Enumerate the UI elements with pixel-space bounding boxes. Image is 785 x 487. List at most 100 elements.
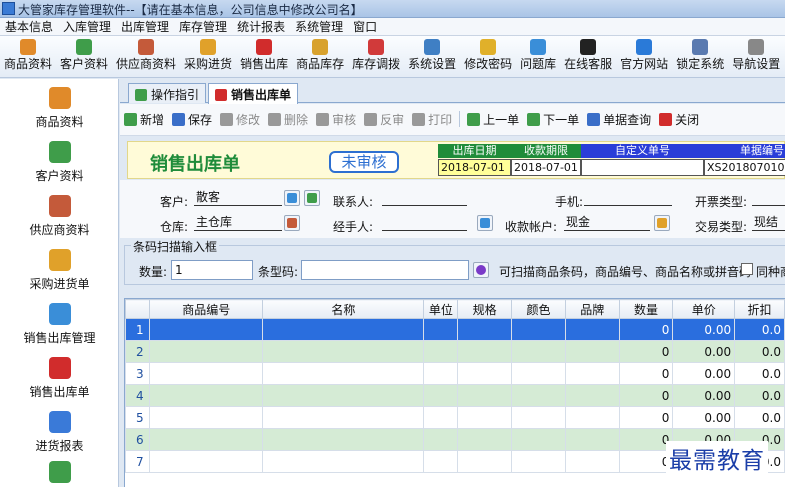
table-cell[interactable] xyxy=(423,406,459,429)
table-cell[interactable] xyxy=(423,340,459,363)
table-cell[interactable] xyxy=(423,318,459,341)
menu-item-1[interactable]: 入库管理 xyxy=(58,18,116,36)
table-row[interactable]: 3 0 0.00 0.0 xyxy=(125,362,785,385)
table-cell[interactable] xyxy=(423,428,459,451)
table-cell[interactable] xyxy=(148,450,264,473)
barcode-search-button[interactable] xyxy=(473,262,489,278)
sidebar-item-sales-manage[interactable]: 销售出库管理 xyxy=(0,303,119,346)
row-number[interactable]: 5 xyxy=(125,406,150,429)
warehouse-pick-button[interactable] xyxy=(284,215,300,231)
sidebar-item-supplier[interactable]: 供应商资料 xyxy=(0,195,119,238)
sidebar-item-chart[interactable]: 销售报表 xyxy=(0,461,119,487)
column-header[interactable]: 单位 xyxy=(423,299,459,319)
menu-item-5[interactable]: 系统管理 xyxy=(290,18,348,36)
toolbar-button-lock[interactable]: 锁定系统 xyxy=(672,36,728,77)
table-cell[interactable] xyxy=(511,450,566,473)
toolbar-button-product[interactable]: 商品资料 xyxy=(0,36,56,77)
sidebar-item-customer[interactable]: 客户资料 xyxy=(0,141,119,184)
action-unapprove-button[interactable]: 反审 xyxy=(360,104,408,135)
cell-discount[interactable]: 0.0 xyxy=(734,384,785,407)
table-row[interactable]: 4 0 0.00 0.0 xyxy=(125,384,785,407)
table-cell[interactable] xyxy=(511,384,566,407)
phone-field[interactable] xyxy=(584,190,672,206)
toolbar-button-faq[interactable]: 问题库 xyxy=(516,36,560,77)
same-item-checkbox[interactable] xyxy=(741,263,753,275)
warehouse-field[interactable]: 主仓库 xyxy=(194,215,282,231)
toolbar-button-sales-out[interactable]: 销售出库 xyxy=(236,36,292,77)
menu-item-4[interactable]: 统计报表 xyxy=(232,18,290,36)
table-cell[interactable] xyxy=(262,450,425,473)
table-cell[interactable] xyxy=(148,428,264,451)
menu-item-2[interactable]: 出库管理 xyxy=(116,18,174,36)
column-header[interactable]: 颜色 xyxy=(511,299,566,319)
row-number[interactable]: 7 xyxy=(125,450,150,473)
account-field[interactable]: 现金 xyxy=(564,215,650,231)
table-cell[interactable] xyxy=(511,362,566,385)
table-cell[interactable] xyxy=(564,340,620,363)
table-cell[interactable] xyxy=(148,340,264,363)
tab-sales-out[interactable]: 销售出库单 xyxy=(208,83,299,104)
trade-type-field[interactable]: 现结 xyxy=(752,215,785,231)
custom-no-field[interactable]: 自定义单号 xyxy=(581,144,704,176)
cell-price[interactable]: 0.00 xyxy=(672,340,736,363)
table-row[interactable]: 5 0 0.00 0.0 xyxy=(125,406,785,429)
customer-field[interactable]: 散客 xyxy=(194,190,282,206)
table-cell[interactable] xyxy=(262,318,425,341)
table-cell[interactable] xyxy=(262,384,425,407)
table-cell[interactable] xyxy=(457,362,513,385)
table-cell[interactable] xyxy=(262,340,425,363)
column-header[interactable]: 规格 xyxy=(457,299,513,319)
table-cell[interactable] xyxy=(457,428,513,451)
cell-qty[interactable]: 0 xyxy=(618,384,674,407)
toolbar-button-transfer[interactable]: 库存调拨 xyxy=(348,36,404,77)
cell-discount[interactable]: 0.0 xyxy=(734,340,785,363)
due-date-value[interactable]: 2018-07-01 xyxy=(511,159,581,176)
cell-discount[interactable]: 0.0 xyxy=(734,318,785,341)
table-cell[interactable] xyxy=(457,406,513,429)
table-cell[interactable] xyxy=(564,450,620,473)
action-save-button[interactable]: 保存 xyxy=(168,104,216,135)
table-cell[interactable] xyxy=(423,450,459,473)
cell-qty[interactable]: 0 xyxy=(618,406,674,429)
table-cell[interactable] xyxy=(262,428,425,451)
column-header[interactable] xyxy=(125,299,150,319)
column-header[interactable]: 单价 xyxy=(672,299,736,319)
table-cell[interactable] xyxy=(564,428,620,451)
table-cell[interactable] xyxy=(148,384,264,407)
customer-pick-button[interactable] xyxy=(284,190,300,206)
table-cell[interactable] xyxy=(262,362,425,385)
invoice-type-field[interactable] xyxy=(752,190,785,206)
table-cell[interactable] xyxy=(511,340,566,363)
table-cell[interactable] xyxy=(564,406,620,429)
cell-discount[interactable]: 0.0 xyxy=(734,406,785,429)
row-number[interactable]: 6 xyxy=(125,428,150,451)
action-edit-button[interactable]: 修改 xyxy=(216,104,264,135)
menu-item-0[interactable]: 基本信息 xyxy=(0,18,58,36)
due-date-field[interactable]: 收款期限 2018-07-01 xyxy=(511,144,581,176)
row-number[interactable]: 1 xyxy=(125,318,150,341)
sidebar-item-purchase[interactable]: 采购进货单 xyxy=(0,249,119,292)
cell-qty[interactable]: 0 xyxy=(618,428,674,451)
row-number[interactable]: 3 xyxy=(125,362,150,385)
table-cell[interactable] xyxy=(564,318,620,341)
table-cell[interactable] xyxy=(564,384,620,407)
table-cell[interactable] xyxy=(511,318,566,341)
out-date-field[interactable]: 出库日期 2018-07-01 xyxy=(438,144,511,176)
action-prev-button[interactable]: 上一单 xyxy=(463,104,523,135)
column-header[interactable]: 名称 xyxy=(262,299,425,319)
menu-item-6[interactable]: 窗口 xyxy=(348,18,382,36)
cell-discount[interactable]: 0.0 xyxy=(734,362,785,385)
toolbar-button-customer[interactable]: 客户资料 xyxy=(56,36,112,77)
sidebar-item-sales-out[interactable]: 销售出库单 xyxy=(0,357,119,400)
table-cell[interactable] xyxy=(564,362,620,385)
table-cell[interactable] xyxy=(457,384,513,407)
cell-qty[interactable]: 0 xyxy=(618,318,674,341)
column-header[interactable]: 商品编号 xyxy=(148,299,264,319)
action-delete-button[interactable]: 删除 xyxy=(264,104,312,135)
table-cell[interactable] xyxy=(148,318,264,341)
table-cell[interactable] xyxy=(262,406,425,429)
table-cell[interactable] xyxy=(148,362,264,385)
action-add-button[interactable]: 新增 xyxy=(120,104,168,135)
action-approve-button[interactable]: 审核 xyxy=(312,104,360,135)
table-cell[interactable] xyxy=(457,340,513,363)
